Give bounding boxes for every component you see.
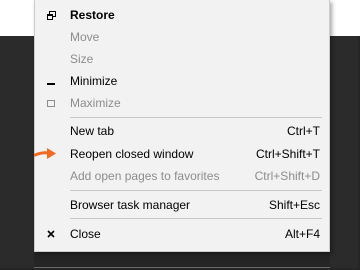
menu-item-label: Restore (70, 8, 115, 22)
menu-item-minimize[interactable]: Minimize (35, 70, 329, 92)
menu-item-move: Move (35, 26, 329, 48)
menu-item-restore[interactable]: Restore (35, 4, 329, 26)
menu-item-label: Browser task manager (70, 198, 191, 212)
background-window-left (0, 0, 34, 36)
menu-item-reopen-closed-window[interactable]: Reopen closed window Ctrl+Shift+T (35, 143, 329, 165)
menu-item-label: Minimize (70, 74, 118, 88)
annotation-arrow-icon (34, 148, 56, 159)
menu-item-label: Reopen closed window (70, 147, 194, 161)
menu-item-label: Close (70, 227, 101, 241)
menu-item-shortcut: Ctrl+T (287, 124, 320, 138)
maximize-icon (45, 92, 57, 114)
menu-item-add-to-favorites: Add open pages to favorites Ctrl+Shift+D (35, 165, 329, 187)
menu-item-shortcut: Ctrl+Shift+T (255, 147, 320, 161)
menu-item-new-tab[interactable]: New tab Ctrl+T (35, 120, 329, 142)
system-context-menu: Restore Move Size Minimize Maximize New … (34, 0, 330, 252)
menu-item-maximize: Maximize (35, 92, 329, 114)
menu-item-label: Move (70, 30, 100, 44)
menu-separator (70, 117, 322, 118)
close-icon (45, 223, 57, 245)
menu-item-task-manager[interactable]: Browser task manager Shift+Esc (35, 194, 329, 216)
background-dark-right (330, 36, 358, 268)
background-window-right (330, 0, 360, 36)
restore-icon (45, 4, 57, 26)
menu-item-close[interactable]: Close Alt+F4 (35, 223, 329, 245)
minimize-icon (45, 70, 57, 92)
menu-item-label: Size (70, 52, 94, 66)
menu-item-shortcut: Shift+Esc (268, 198, 320, 212)
menu-item-size: Size (35, 48, 329, 70)
menu-item-label: Maximize (70, 96, 121, 110)
menu-item-shortcut: Alt+F4 (284, 227, 320, 241)
menu-separator (70, 218, 322, 219)
menu-item-label: New tab (70, 124, 115, 138)
menu-item-label: Add open pages to favorites (70, 169, 220, 183)
menu-item-shortcut: Ctrl+Shift+D (254, 169, 320, 183)
menu-separator (70, 190, 322, 191)
background-dark-left (0, 36, 34, 268)
